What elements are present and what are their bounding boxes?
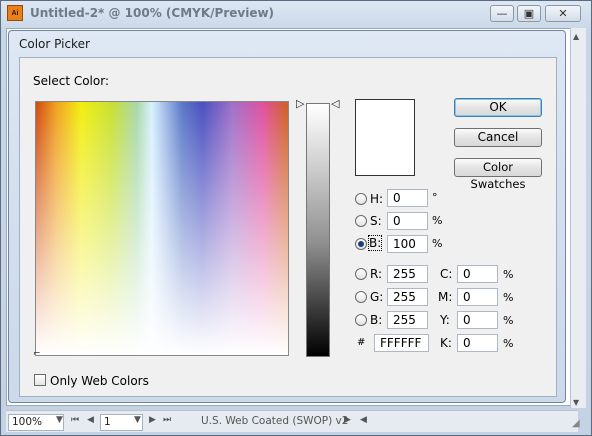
page-number: 1 bbox=[104, 416, 111, 428]
color-field-marker-icon[interactable]: ⌐ bbox=[33, 349, 41, 359]
blue-field[interactable]: 255 bbox=[387, 311, 428, 329]
color-spectrum-field[interactable] bbox=[35, 101, 289, 356]
brightness-slider[interactable] bbox=[306, 103, 330, 357]
scroll-up-arrow-icon[interactable]: ▲ bbox=[573, 32, 579, 41]
scroll-left-arrow-icon[interactable]: ◀ bbox=[360, 415, 367, 425]
only-web-colors-label[interactable]: Only Web Colors bbox=[50, 374, 149, 388]
yellow-label: Y: bbox=[440, 313, 450, 327]
brightness-label: B: bbox=[367, 235, 383, 251]
color-profile-label: U.S. Web Coated (SWOP) v2 bbox=[201, 415, 349, 427]
saturation-radio[interactable] bbox=[355, 215, 367, 227]
black-field[interactable]: 0 bbox=[457, 334, 498, 352]
magenta-unit: % bbox=[503, 291, 514, 304]
resize-grip-icon[interactable]: ◢ bbox=[572, 418, 580, 429]
cyan-field[interactable]: 0 bbox=[457, 265, 498, 283]
next-page-icon[interactable]: ▶ bbox=[149, 415, 156, 425]
cyan-label: C: bbox=[440, 267, 453, 281]
brightness-radio[interactable] bbox=[355, 238, 367, 250]
hex-field[interactable]: FFFFFF bbox=[374, 334, 429, 352]
zoom-dropdown-icon[interactable]: ▼ bbox=[56, 415, 63, 425]
green-label: G: bbox=[370, 290, 384, 304]
last-page-icon[interactable]: ⏭ bbox=[163, 415, 171, 425]
hue-unit: ° bbox=[432, 191, 438, 204]
brightness-field[interactable]: 100 bbox=[387, 235, 428, 253]
close-button[interactable]: ✕ bbox=[545, 5, 581, 22]
select-color-label: Select Color: bbox=[33, 74, 109, 88]
red-label: R: bbox=[370, 267, 383, 281]
yellow-unit: % bbox=[503, 314, 514, 327]
first-page-icon[interactable]: ⏮ bbox=[71, 415, 79, 425]
green-radio[interactable] bbox=[355, 291, 367, 303]
minimize-button[interactable]: — bbox=[490, 5, 514, 22]
saturation-field[interactable]: 0 bbox=[387, 212, 428, 230]
green-field[interactable]: 255 bbox=[387, 288, 428, 306]
hue-radio[interactable] bbox=[355, 193, 367, 205]
illustrator-app-icon: Ai bbox=[7, 5, 23, 21]
blue-radio[interactable] bbox=[355, 314, 367, 326]
slider-left-arrow-icon[interactable]: ▷ bbox=[296, 97, 304, 110]
cyan-unit: % bbox=[503, 268, 514, 281]
magenta-field[interactable]: 0 bbox=[457, 288, 498, 306]
brightness-unit: % bbox=[432, 237, 443, 250]
hue-field[interactable]: 0 bbox=[387, 189, 428, 207]
zoom-value: 100% bbox=[12, 416, 43, 428]
status-menu-arrow-icon[interactable]: ▶ bbox=[344, 415, 351, 425]
red-field[interactable]: 255 bbox=[387, 265, 428, 283]
saturation-unit: % bbox=[432, 214, 443, 227]
slider-right-arrow-icon[interactable]: ◁ bbox=[331, 97, 339, 110]
hex-label: # bbox=[357, 337, 366, 348]
red-radio[interactable] bbox=[355, 268, 367, 280]
color-swatches-button[interactable]: Color Swatches bbox=[454, 158, 542, 191]
ok-button[interactable]: OK bbox=[454, 98, 542, 117]
window-title: Untitled-2* @ 100% (CMYK/Preview) bbox=[30, 6, 275, 20]
dialog-title: Color Picker bbox=[19, 37, 90, 51]
hue-label: H: bbox=[370, 192, 384, 206]
maximize-button[interactable]: ▣ bbox=[517, 5, 541, 22]
color-preview-swatch bbox=[355, 99, 415, 176]
black-unit: % bbox=[503, 337, 514, 350]
scroll-down-arrow-icon[interactable]: ▼ bbox=[573, 398, 579, 407]
previous-page-icon[interactable]: ◀ bbox=[87, 415, 94, 425]
vertical-scrollbar[interactable] bbox=[570, 28, 586, 408]
only-web-colors-checkbox[interactable] bbox=[34, 374, 46, 386]
blue-label: B: bbox=[370, 313, 383, 327]
yellow-field[interactable]: 0 bbox=[457, 311, 498, 329]
magenta-label: M: bbox=[438, 290, 453, 304]
page-dropdown-icon[interactable]: ▼ bbox=[134, 415, 141, 425]
black-label: K: bbox=[440, 336, 452, 350]
cancel-button[interactable]: Cancel bbox=[454, 128, 542, 147]
saturation-label: S: bbox=[370, 214, 382, 228]
